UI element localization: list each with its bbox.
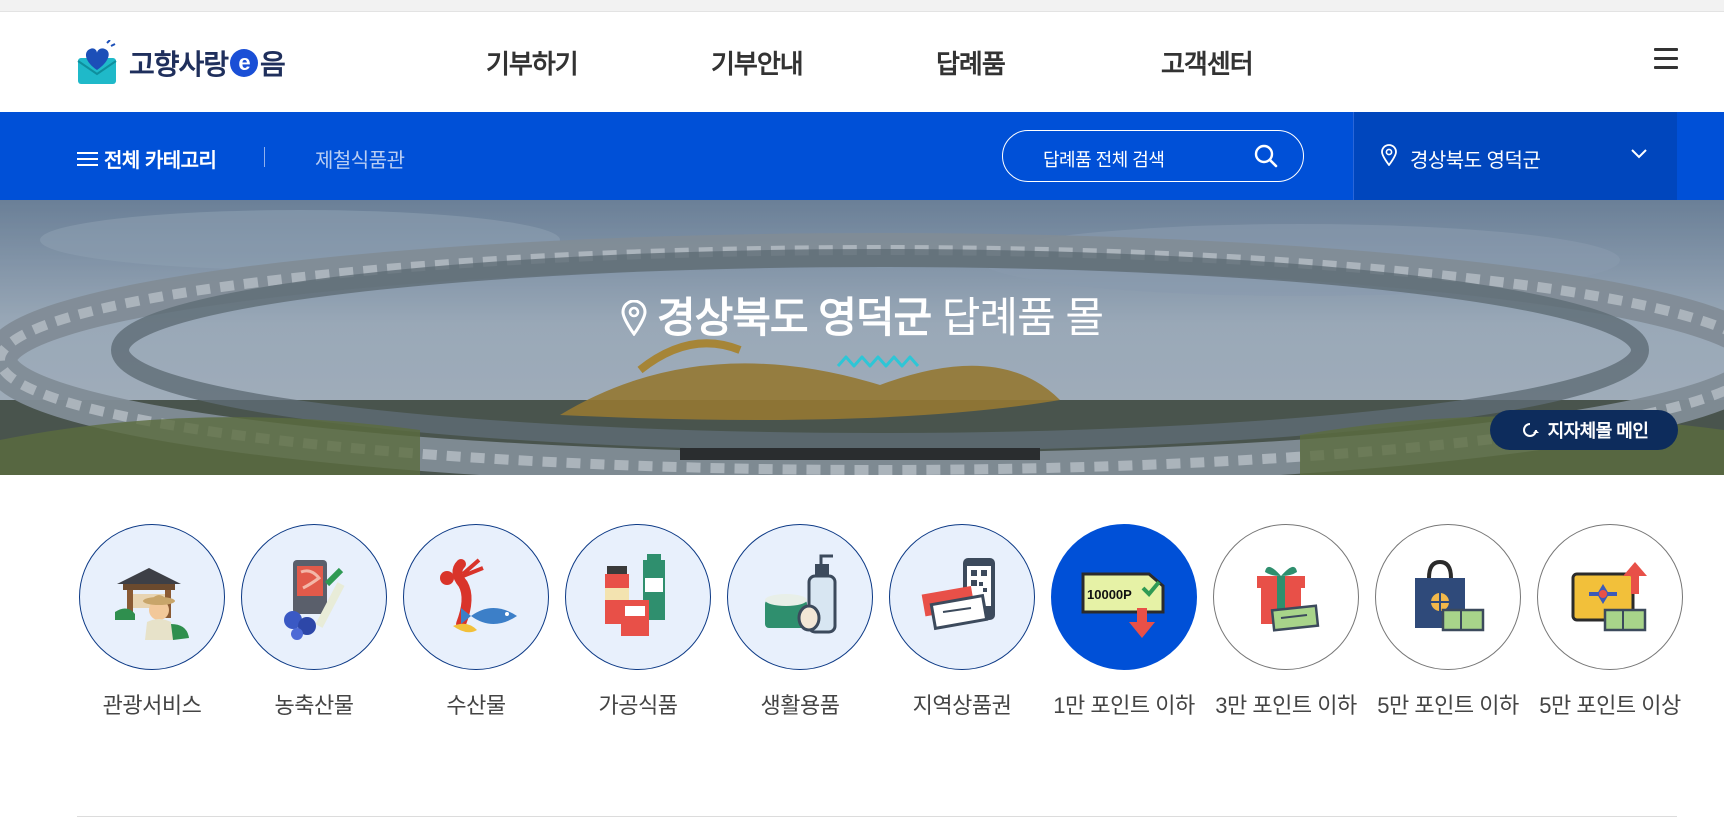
site-header: 고향사랑 e 음 기부하기 기부안내 답례품 고객센터	[0, 12, 1724, 112]
category-over-50k[interactable]: 5만 포인트 이상	[1537, 524, 1683, 720]
mall-main-button[interactable]: 지자체몰 메인	[1490, 410, 1678, 450]
processed-food-icon	[605, 554, 665, 636]
main-navigation: 기부하기 기부안내 답례품 고객센터	[0, 44, 1724, 80]
hamburger-icon[interactable]	[1654, 48, 1678, 70]
browser-top-strip	[0, 0, 1724, 12]
gift-box-icon	[1257, 566, 1320, 632]
lobster-fish-icon	[440, 558, 517, 633]
region-label: 경상북도 영덕군	[1410, 150, 1541, 172]
category-circle	[565, 524, 711, 670]
category-tourism[interactable]: 관광서비스	[79, 524, 225, 720]
category-circle	[889, 524, 1035, 670]
all-category-label: 전체 카테고리	[104, 150, 217, 172]
category-label: 5만 포인트 이하	[1377, 693, 1519, 718]
category-processed[interactable]: 가공식품	[565, 524, 711, 720]
divider	[264, 147, 265, 167]
coupon-text: 10000P	[1087, 587, 1132, 602]
category-circle	[403, 524, 549, 670]
category-label: 3만 포인트 이하	[1215, 693, 1357, 718]
category-bar: 전체 카테고리 제철식품관 답례품 전체 검색 경상북도 영덕군	[0, 112, 1724, 200]
hero-banner: 경상북도 영덕군 답례품 몰 지자체몰 메인	[0, 200, 1724, 475]
section-divider	[77, 816, 1677, 817]
category-label: 가공식품	[598, 693, 678, 718]
category-label: 수산물	[446, 693, 506, 718]
category-label: 관광서비스	[102, 693, 202, 718]
category-list: 관광서비스 농축산물 수산물 가공식품 생활용품 지역상품권 10000P 1만…	[0, 524, 1724, 724]
category-circle	[727, 524, 873, 670]
location-pin-icon	[621, 298, 647, 346]
refresh-icon	[1522, 423, 1539, 437]
chevron-down-icon	[1631, 149, 1647, 159]
location-pin-icon	[1381, 144, 1397, 166]
search-placeholder: 답례품 전체 검색	[1043, 150, 1165, 170]
nav-donation-guide[interactable]: 기부안내	[711, 44, 804, 81]
category-under-50k[interactable]: 5만 포인트 이하	[1375, 524, 1521, 720]
voucher-qr-icon	[921, 558, 995, 631]
nav-donate[interactable]: 기부하기	[486, 44, 579, 81]
category-voucher[interactable]: 지역상품권	[889, 524, 1035, 720]
category-label: 농축산물	[274, 693, 354, 718]
gift-card-icon	[1571, 562, 1647, 632]
mall-main-label: 지자체몰 메인	[1547, 421, 1649, 441]
category-circle	[1213, 524, 1359, 670]
shopping-bag-icon	[1415, 559, 1485, 632]
hamburger-icon	[77, 148, 98, 170]
category-label: 5만 포인트 이상	[1539, 693, 1681, 718]
all-category-button[interactable]: 전체 카테고리	[77, 144, 217, 173]
hero-region: 경상북도 영덕군	[656, 294, 932, 341]
hero-title-suffix: 답례품 몰	[941, 294, 1104, 341]
nav-gifts[interactable]: 답례품	[936, 44, 1006, 81]
meat-vegetable-icon	[284, 560, 345, 640]
category-agri[interactable]: 농축산물	[241, 524, 387, 720]
wave-decoration-icon	[836, 355, 920, 368]
search-input[interactable]: 답례품 전체 검색	[1002, 130, 1304, 182]
category-household[interactable]: 생활용품	[727, 524, 873, 720]
category-circle: 10000P	[1051, 524, 1197, 670]
category-label: 생활용품	[760, 693, 840, 718]
category-circle	[241, 524, 387, 670]
category-label: 1만 포인트 이하	[1053, 693, 1195, 718]
category-under-30k[interactable]: 3만 포인트 이하	[1213, 524, 1359, 720]
search-icon[interactable]	[1253, 143, 1279, 169]
category-seafood[interactable]: 수산물	[403, 524, 549, 720]
category-label: 지역상품권	[912, 693, 1012, 718]
category-circle	[79, 524, 225, 670]
seasonal-food-link[interactable]: 제철식품관	[315, 144, 405, 173]
region-selector[interactable]: 경상북도 영덕군	[1353, 112, 1677, 200]
tourist-guide-icon	[115, 568, 189, 640]
category-circle	[1537, 524, 1683, 670]
cosmetics-icon	[765, 554, 837, 634]
point-coupon-icon: 10000P	[1081, 572, 1165, 638]
nav-customer-center[interactable]: 고객센터	[1161, 44, 1254, 81]
category-under-10k[interactable]: 10000P 1만 포인트 이하	[1051, 524, 1197, 720]
hero-title: 경상북도 영덕군 답례품 몰	[0, 284, 1724, 346]
category-circle	[1375, 524, 1521, 670]
